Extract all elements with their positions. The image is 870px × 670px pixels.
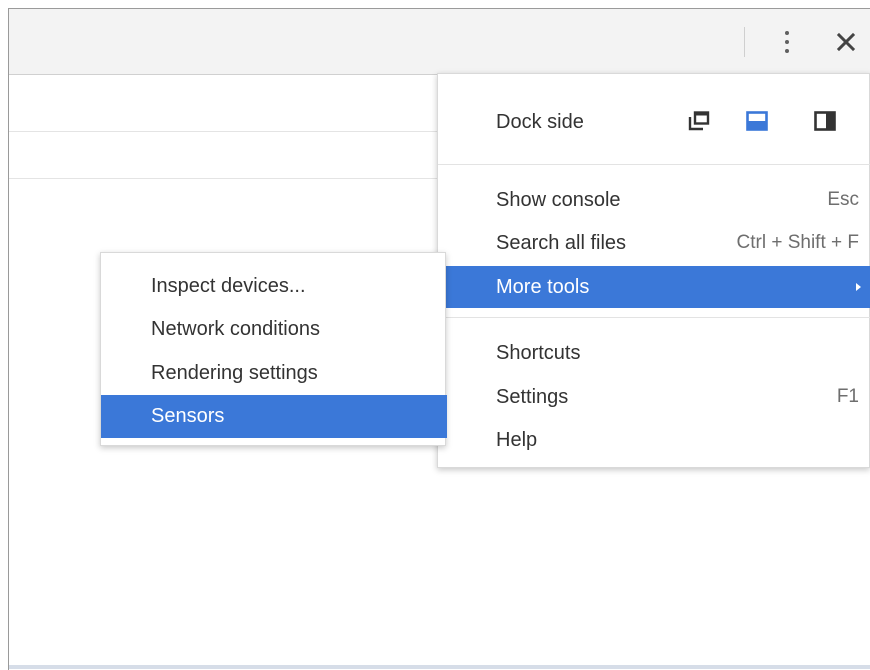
submenu-item-network-conditions[interactable]: Network conditions — [101, 307, 447, 352]
undock-into-separate-window-icon[interactable] — [688, 111, 710, 131]
menu-item-label: More tools — [496, 275, 590, 298]
kebab-dot — [785, 49, 789, 53]
menu-item-help[interactable]: Help — [438, 419, 870, 461]
menu-item-label: Search all files — [496, 231, 627, 254]
submenu-item-label: Sensors — [151, 405, 225, 427]
submenu-item-sensors[interactable]: Sensors — [101, 395, 447, 438]
menu-item-label: Settings — [496, 385, 569, 408]
toolbar-separator — [744, 27, 745, 57]
menu-item-label: Show console — [496, 188, 621, 211]
dock-side-label: Dock side — [496, 110, 584, 133]
dock-to-right-icon[interactable] — [814, 111, 836, 131]
close-icon[interactable] — [831, 26, 861, 58]
submenu-item-inspect-devices[interactable]: Inspect devices... — [101, 264, 447, 309]
devtools-main-menu: Dock side Show console Esc Search all fi… — [437, 73, 870, 468]
submenu-arrow-icon — [856, 283, 861, 291]
menu-item-show-console[interactable]: Show console Esc — [438, 179, 870, 221]
submenu-item-rendering-settings[interactable]: Rendering settings — [101, 351, 447, 396]
menu-item-shortcuts[interactable]: Shortcuts — [438, 332, 870, 374]
dock-to-bottom-icon[interactable] — [746, 111, 768, 131]
menu-separator — [438, 164, 870, 165]
menu-item-shortcut: Ctrl + Shift + F — [736, 232, 859, 253]
kebab-dot — [785, 40, 789, 44]
kebab-dot — [785, 31, 789, 35]
more-tools-submenu: Inspect devices... Network conditions Re… — [100, 252, 447, 446]
devtools-toolbar — [9, 9, 870, 75]
menu-item-settings[interactable]: Settings F1 — [438, 376, 870, 418]
vertical-ellipsis-icon[interactable] — [773, 26, 801, 58]
menu-item-search-all-files[interactable]: Search all files Ctrl + Shift + F — [438, 222, 870, 264]
menu-item-shortcut: Esc — [827, 189, 859, 210]
submenu-item-label: Rendering settings — [151, 362, 318, 384]
submenu-item-label: Network conditions — [151, 318, 320, 340]
menu-separator — [438, 317, 870, 318]
menu-item-shortcut: F1 — [836, 386, 859, 407]
dock-side-row: Dock side — [438, 101, 870, 143]
menu-item-more-tools[interactable]: More tools — [438, 266, 870, 308]
menu-item-label: Shortcuts — [496, 341, 581, 364]
submenu-item-label: Inspect devices... — [151, 275, 306, 297]
menu-item-label: Help — [496, 428, 538, 451]
bottom-border — [9, 665, 870, 669]
